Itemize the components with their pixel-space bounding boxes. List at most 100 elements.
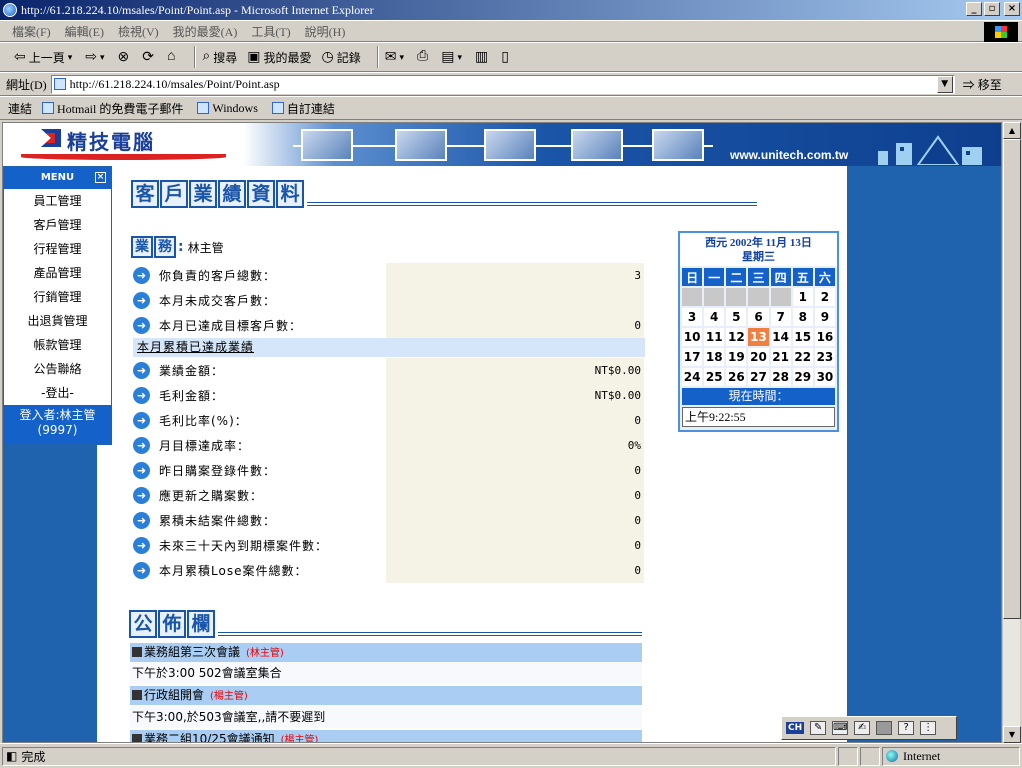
calendar-day[interactable]: 11 (704, 328, 725, 346)
help-icon[interactable]: ? (898, 721, 915, 735)
discuss-button[interactable]: ▥ (475, 49, 491, 66)
address-dropdown-icon[interactable]: ▼ (936, 75, 953, 93)
calendar-day[interactable]: 25 (704, 368, 725, 386)
calendar-day[interactable]: 4 (704, 308, 725, 326)
site-banner: 精技電腦 www.unitech.com.tw (3, 123, 1001, 166)
address-input[interactable]: http://61.218.224.10/msales/Point/Point.… (50, 74, 955, 94)
go-button[interactable]: ⇒ 移至 (963, 76, 1002, 93)
scroll-up-icon[interactable]: ▲ (1003, 122, 1021, 139)
bulletin-title-text: 業務二組10/25會議通知 (144, 732, 275, 743)
calendar-day[interactable]: 6 (748, 308, 769, 326)
calendar-day[interactable]: 29 (792, 368, 813, 386)
menu-edit[interactable]: 編輯(E) (65, 23, 104, 40)
link-windows[interactable]: Windows (197, 101, 258, 116)
menu-file[interactable]: 檔案(F) (12, 23, 51, 40)
calendar-day[interactable]: 19 (726, 348, 747, 366)
bulletin-item-title[interactable]: 業務二組10/25會議通知 (楊主管) (130, 730, 642, 743)
scroll-thumb[interactable] (1003, 139, 1021, 619)
gray-box-icon[interactable] (876, 721, 893, 735)
maximize-button[interactable]: ▫ (984, 2, 1000, 16)
close-icon[interactable]: × (95, 172, 106, 183)
calendar-day[interactable]: 24 (682, 368, 703, 386)
favorites-button[interactable]: ▣ 我的最愛 (247, 49, 311, 66)
history-button[interactable]: ◷ 記錄 (322, 49, 361, 66)
calendar-day[interactable]: 22 (792, 348, 813, 366)
menu-item-products[interactable]: 產品管理 (4, 261, 111, 285)
go-arrow-icon: ⇒ (962, 77, 975, 92)
search-button[interactable]: ⌕ 搜尋 (202, 49, 237, 66)
messenger-button[interactable]: ▯ (501, 49, 512, 66)
calendar-day[interactable]: 18 (704, 348, 725, 366)
standard-toolbar: ⇦ 上一頁 ▾ ⇨ ▾ ⊗ ⟳ ⌂ ⌕ 搜尋 ▣ 我的最愛 ◷ 記錄 ✉ ▾ ⎙ … (0, 42, 1022, 72)
calendar-day[interactable]: 3 (682, 308, 703, 326)
calendar-day[interactable]: 28 (770, 368, 791, 386)
menu-item-marketing[interactable]: 行銷管理 (4, 285, 111, 309)
menu-favorites[interactable]: 我的最愛(A) (173, 23, 238, 40)
calendar-day[interactable]: 15 (792, 328, 813, 346)
calendar-day[interactable]: 8 (792, 308, 813, 326)
stat-label: 未來三十天內到期標案件數： (159, 539, 329, 553)
forward-button[interactable]: ⇨ ▾ (85, 49, 107, 66)
menu-item-shipping[interactable]: 出退貨管理 (4, 309, 111, 333)
calendar-day[interactable]: 10 (682, 328, 703, 346)
bulletin-item-title[interactable]: 業務組第三次會議 (林主管) (130, 643, 642, 662)
login-info: 登入者:林主管 (9997) (4, 405, 111, 444)
menu-tools[interactable]: 工具(T) (251, 23, 290, 40)
calendar-day[interactable]: 9 (814, 308, 835, 326)
close-button[interactable]: × (1004, 2, 1020, 16)
print-button[interactable]: ⎙ (417, 49, 431, 65)
stat-value: 0 (386, 408, 644, 433)
link-hotmail[interactable]: Hotmail 的免費電子郵件 (42, 100, 183, 117)
forward-arrow-icon: ⇨ (85, 49, 98, 65)
menu-help[interactable]: 說明(H) (305, 23, 346, 40)
calendar-day[interactable]: 23 (814, 348, 835, 366)
menu-view[interactable]: 檢視(V) (118, 23, 159, 40)
calendar-day[interactable]: 7 (770, 308, 791, 326)
calendar-day[interactable]: 20 (748, 348, 769, 366)
status-pane: ◧ 完成 (2, 746, 836, 766)
arrow-right-icon: ➜ (133, 537, 150, 554)
link-custom[interactable]: 自訂連結 (271, 100, 335, 117)
input-language-indicator[interactable]: CH (786, 722, 805, 734)
stop-button[interactable]: ⊗ (118, 49, 133, 66)
arrow-right-icon: ➜ (133, 487, 150, 504)
zone-text: Internet (903, 748, 941, 763)
calendar-day-today[interactable]: 13 (748, 328, 769, 346)
current-time-field[interactable]: 上午9:22:55 (682, 407, 835, 427)
stat-row: ➜ 本月未成交客戶數： (133, 288, 645, 313)
discuss-icon: ▥ (475, 49, 489, 65)
calendar-day[interactable]: 14 (770, 328, 791, 346)
handwriting-icon[interactable]: ✍ (854, 721, 871, 735)
calendar-day[interactable]: 26 (726, 368, 747, 386)
menu-item-employees[interactable]: 員工管理 (4, 189, 111, 213)
calendar-day[interactable]: 21 (770, 348, 791, 366)
menu-item-schedule[interactable]: 行程管理 (4, 237, 111, 261)
calendar-day[interactable]: 16 (814, 328, 835, 346)
menu-item-customers[interactable]: 客戶管理 (4, 213, 111, 237)
title-char: 料 (276, 180, 304, 208)
back-button[interactable]: ⇦ 上一頁 ▾ (14, 49, 75, 66)
edit-button[interactable]: ▤ ▾ (441, 49, 465, 66)
calendar-day[interactable]: 2 (814, 288, 835, 306)
menu-item-accounts[interactable]: 帳款管理 (4, 333, 111, 357)
calendar-day[interactable]: 5 (726, 308, 747, 326)
keyboard-icon[interactable]: ⌨ (832, 721, 849, 735)
mail-button[interactable]: ✉ ▾ (385, 49, 407, 66)
calendar-day[interactable]: 12 (726, 328, 747, 346)
scroll-down-icon[interactable]: ▼ (1003, 726, 1021, 743)
input-method-icon[interactable]: ✎ (810, 721, 827, 735)
bulletin-item-title[interactable]: 行政組開會 (楊主管) (130, 686, 642, 705)
calendar-day[interactable]: 27 (748, 368, 769, 386)
calendar-day[interactable]: 17 (682, 348, 703, 366)
options-icon[interactable]: ⋮ (920, 721, 937, 735)
menu-item-logout[interactable]: -登出- (4, 381, 111, 405)
weekday-header: 三 (748, 268, 769, 286)
menu-item-announcements[interactable]: 公告聯絡 (4, 357, 111, 381)
vertical-scrollbar[interactable]: ▲ ▼ (1002, 122, 1021, 743)
calendar-day[interactable]: 1 (792, 288, 813, 306)
minimize-button[interactable]: _ (966, 2, 982, 16)
toolbar-separator (376, 46, 379, 68)
home-button[interactable]: ⌂ (167, 49, 178, 65)
refresh-button[interactable]: ⟳ (142, 49, 157, 66)
calendar-day[interactable]: 30 (814, 368, 835, 386)
